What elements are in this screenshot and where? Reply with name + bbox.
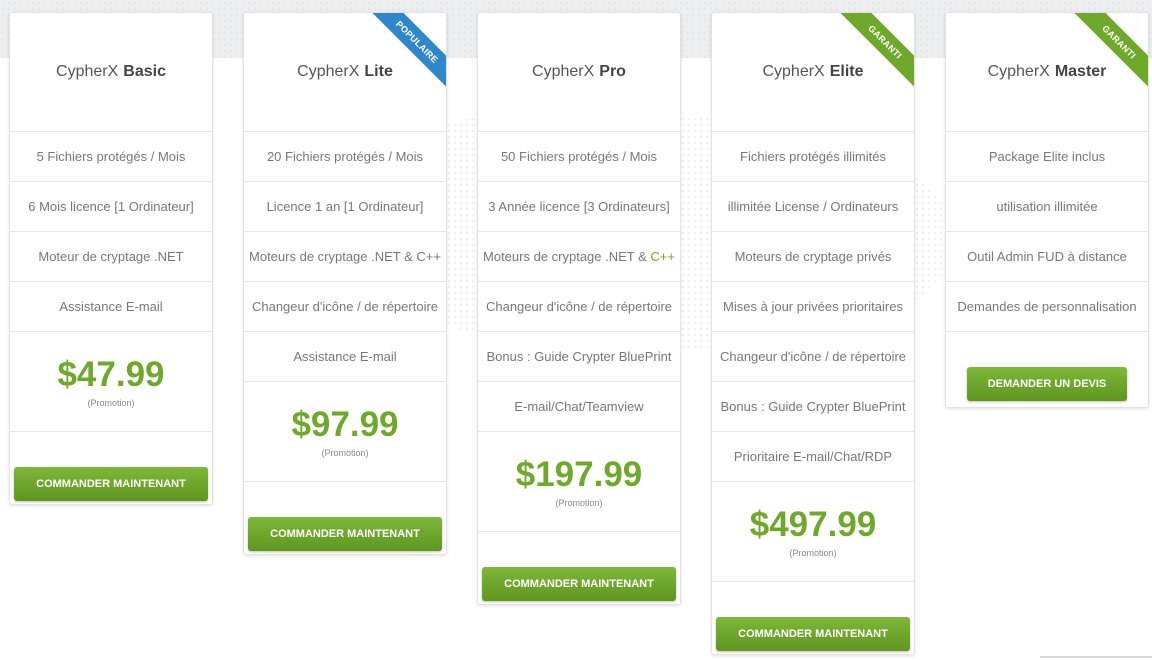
- plan-feature: Outil Admin FUD à distance: [946, 232, 1148, 282]
- plan-title-name: Master: [1054, 63, 1107, 80]
- plan-feature: Package Elite inclus: [946, 132, 1148, 182]
- plan-feature: Moteurs de cryptage .NET & C++: [244, 232, 446, 282]
- price-block: $97.99 (Promotion): [244, 382, 446, 482]
- cta-area: COMMANDER MAINTENANT: [478, 532, 680, 604]
- price-block: $197.99 (Promotion): [478, 432, 680, 532]
- plan-feature: 5 Fichiers protégés / Mois: [10, 132, 212, 182]
- plan-title-prefix: CypherX: [297, 63, 360, 80]
- order-now-button[interactable]: COMMANDER MAINTENANT: [14, 467, 208, 501]
- plan-feature: Licence 1 an [1 Ordinateur]: [244, 182, 446, 232]
- plan-feature: Moteurs de cryptage .NET & C++: [478, 232, 680, 282]
- plan-feature: Moteurs de cryptage privés: [712, 232, 914, 282]
- plan-title-name: Elite: [829, 63, 864, 80]
- cta-area: COMMANDER MAINTENANT: [244, 482, 446, 554]
- plan-price: $47.99: [57, 354, 165, 394]
- divider: [1040, 656, 1152, 658]
- promo-label: (Promotion): [789, 547, 837, 558]
- plan-feature: Moteur de cryptage .NET: [10, 232, 212, 282]
- order-now-button[interactable]: COMMANDER MAINTENANT: [248, 517, 442, 551]
- plan-feature: Bonus : Guide Crypter BluePrint: [478, 332, 680, 382]
- plan-feature: Bonus : Guide Crypter BluePrint: [712, 382, 914, 432]
- plan-title-prefix: CypherX: [987, 63, 1050, 80]
- plan-title: CypherX Lite POPULAIRE: [244, 13, 446, 132]
- cta-area: DEMANDER UN DEVIS: [946, 332, 1148, 407]
- plan-price: $497.99: [749, 504, 877, 544]
- plan-price: $197.99: [515, 454, 643, 494]
- plan-feature: E-mail/Chat/Teamview: [478, 382, 680, 432]
- plan-title: CypherX Pro: [478, 13, 680, 132]
- plan-feature: Mises à jour privées prioritaires: [712, 282, 914, 332]
- plan-title-prefix: CypherX: [762, 63, 825, 80]
- plan-title: CypherX Basic: [10, 13, 212, 132]
- plan-card-master: CypherX Master GARANTI Package Elite incl…: [945, 12, 1149, 408]
- plan-card-basic: CypherX Basic 5 Fichiers protégés / Mois …: [9, 12, 213, 505]
- cta-area: COMMANDER MAINTENANT: [712, 582, 914, 654]
- highlight-text: C++: [650, 249, 675, 264]
- plan-title: CypherX Master GARANTI: [946, 13, 1148, 132]
- plan-feature-text: Moteurs de cryptage .NET &: [483, 249, 651, 264]
- plan-price: $97.99: [291, 404, 399, 444]
- plan-feature: illimitée License / Ordinateurs: [712, 182, 914, 232]
- order-now-button[interactable]: COMMANDER MAINTENANT: [716, 617, 910, 651]
- plan-feature: 20 Fichiers protégés / Mois: [244, 132, 446, 182]
- plan-feature: 6 Mois licence [1 Ordinateur]: [10, 182, 212, 232]
- plan-title-name: Basic: [123, 63, 166, 80]
- plan-feature: Fichiers protégés illimités: [712, 132, 914, 182]
- plan-feature: 50 Fichiers protégés / Mois: [478, 132, 680, 182]
- plan-feature: 3 Année licence [3 Ordinateurs]: [478, 182, 680, 232]
- plan-title-prefix: CypherX: [532, 63, 595, 80]
- promo-label: (Promotion): [555, 497, 603, 508]
- price-block: $497.99 (Promotion): [712, 482, 914, 582]
- plan-feature: Changeur d'icône / de répertoire: [712, 332, 914, 382]
- plan-title-prefix: CypherX: [56, 63, 119, 80]
- plan-card-pro: CypherX Pro 50 Fichiers protégés / Mois 3…: [477, 12, 681, 605]
- plan-feature: Prioritaire E-mail/Chat/RDP: [712, 432, 914, 482]
- plan-title-name: Lite: [364, 63, 393, 80]
- promo-label: (Promotion): [321, 447, 369, 458]
- plan-title-name: Pro: [599, 63, 626, 80]
- plan-feature: Changeur d'icône / de répertoire: [478, 282, 680, 332]
- plan-feature: Assistance E-mail: [244, 332, 446, 382]
- plan-card-elite: CypherX Elite GARANTI Fichiers protégés i…: [711, 12, 915, 655]
- promo-label: (Promotion): [87, 397, 135, 408]
- price-block: $47.99 (Promotion): [10, 332, 212, 432]
- plan-title: CypherX Elite GARANTI: [712, 13, 914, 132]
- request-quote-button[interactable]: DEMANDER UN DEVIS: [967, 367, 1127, 401]
- plan-feature: utilisation illimitée: [946, 182, 1148, 232]
- plan-feature: Changeur d'icône / de répertoire: [244, 282, 446, 332]
- plan-card-lite: CypherX Lite POPULAIRE 20 Fichiers protég…: [243, 12, 447, 555]
- cta-area: COMMANDER MAINTENANT: [10, 432, 212, 504]
- order-now-button[interactable]: COMMANDER MAINTENANT: [482, 567, 676, 601]
- plan-feature: Assistance E-mail: [10, 282, 212, 332]
- plan-feature: Demandes de personnalisation: [946, 282, 1148, 332]
